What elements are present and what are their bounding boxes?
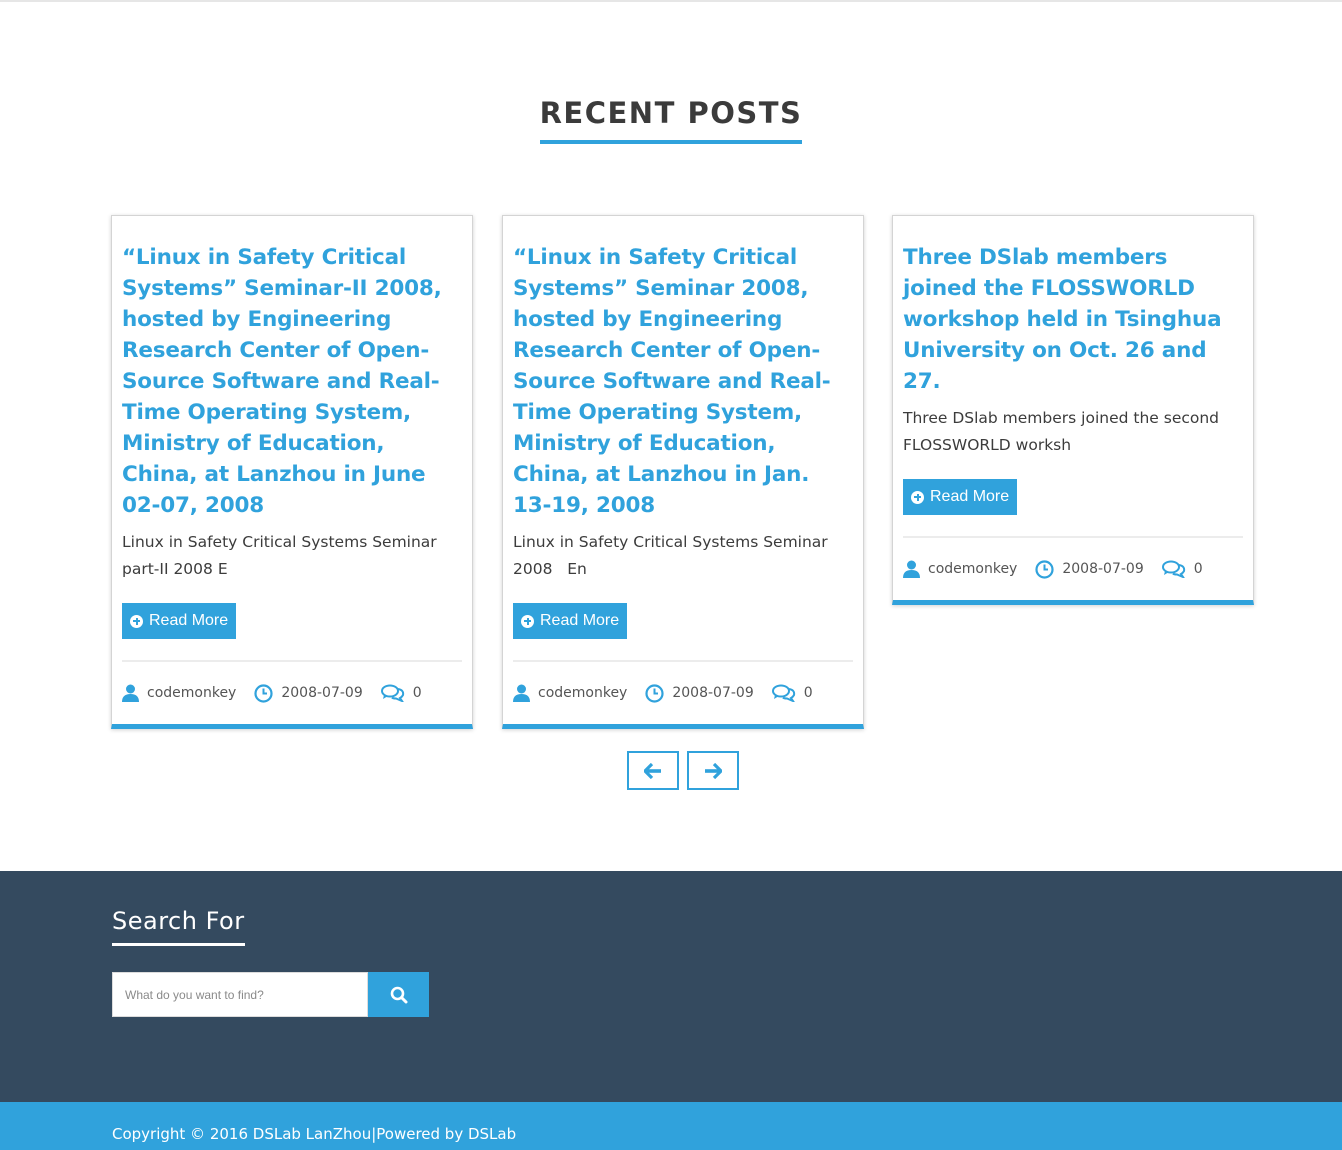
copyright-text: Copyright © 2016 DSLab LanZhou|Powered b… [112, 1125, 517, 1143]
read-more-button[interactable]: Read More [903, 479, 1018, 515]
post-title-link[interactable]: “Linux in Safety Critical Systems” Semin… [122, 242, 462, 521]
post-excerpt: Three DSlab members joined the second FL… [903, 409, 1224, 454]
comments-icon [380, 684, 404, 702]
plus-circle-icon [911, 490, 924, 504]
post-comment-count[interactable]: 0 [413, 685, 422, 701]
user-icon [513, 684, 530, 702]
clock-icon [254, 683, 273, 703]
clock-icon [645, 683, 664, 703]
top-divider [0, 0, 1342, 2]
read-more-label: Read More [540, 612, 620, 629]
carousel-prev-button[interactable] [627, 751, 679, 790]
plus-circle-icon [521, 614, 534, 628]
search-input[interactable] [112, 972, 368, 1017]
arrow-right-icon [705, 762, 722, 779]
post-meta: codemonkey 2008-07-09 0 [122, 662, 462, 724]
post-title-link[interactable]: “Linux in Safety Critical Systems” Semin… [513, 242, 853, 521]
post-card: “Linux in Safety Critical Systems” Semin… [111, 215, 473, 729]
read-more-label: Read More [930, 488, 1010, 505]
search-form [112, 972, 429, 1017]
post-card: Three DSlab members joined the FLOSSWORL… [892, 215, 1254, 605]
post-date: 2008-07-09 [1062, 561, 1144, 577]
post-author[interactable]: codemonkey [147, 685, 236, 701]
recent-posts-header: RECENT POSTS [0, 96, 1342, 144]
section-title: RECENT POSTS [539, 96, 803, 144]
user-icon [122, 684, 139, 702]
post-excerpt: Linux in Safety Critical Systems Seminar… [513, 533, 833, 578]
post-comment-count[interactable]: 0 [1194, 561, 1203, 577]
post-author[interactable]: codemonkey [538, 685, 627, 701]
post-meta: codemonkey 2008-07-09 0 [513, 662, 853, 724]
post-author[interactable]: codemonkey [928, 561, 1017, 577]
post-card: “Linux in Safety Critical Systems” Semin… [502, 215, 864, 729]
arrow-left-icon [644, 762, 661, 779]
comments-icon [1161, 560, 1185, 578]
plus-circle-icon [130, 614, 143, 628]
read-more-label: Read More [149, 612, 229, 629]
post-date: 2008-07-09 [672, 685, 754, 701]
footer: Search For [0, 871, 1342, 1102]
post-excerpt: Linux in Safety Critical Systems Seminar… [122, 533, 442, 578]
comments-icon [771, 684, 795, 702]
clock-icon [1035, 559, 1054, 579]
post-comment-count[interactable]: 0 [804, 685, 813, 701]
post-title-link[interactable]: Three DSlab members joined the FLOSSWORL… [903, 242, 1243, 397]
search-button[interactable] [368, 972, 429, 1017]
post-date: 2008-07-09 [281, 685, 363, 701]
search-icon [390, 986, 407, 1003]
carousel-next-button[interactable] [687, 751, 739, 790]
user-icon [903, 560, 920, 578]
read-more-button[interactable]: Read More [513, 603, 628, 639]
search-widget-title: Search For [112, 907, 245, 946]
post-meta: codemonkey 2008-07-09 0 [903, 538, 1243, 600]
read-more-button[interactable]: Read More [122, 603, 237, 639]
copyright-bar: Copyright © 2016 DSLab LanZhou|Powered b… [0, 1102, 1342, 1150]
